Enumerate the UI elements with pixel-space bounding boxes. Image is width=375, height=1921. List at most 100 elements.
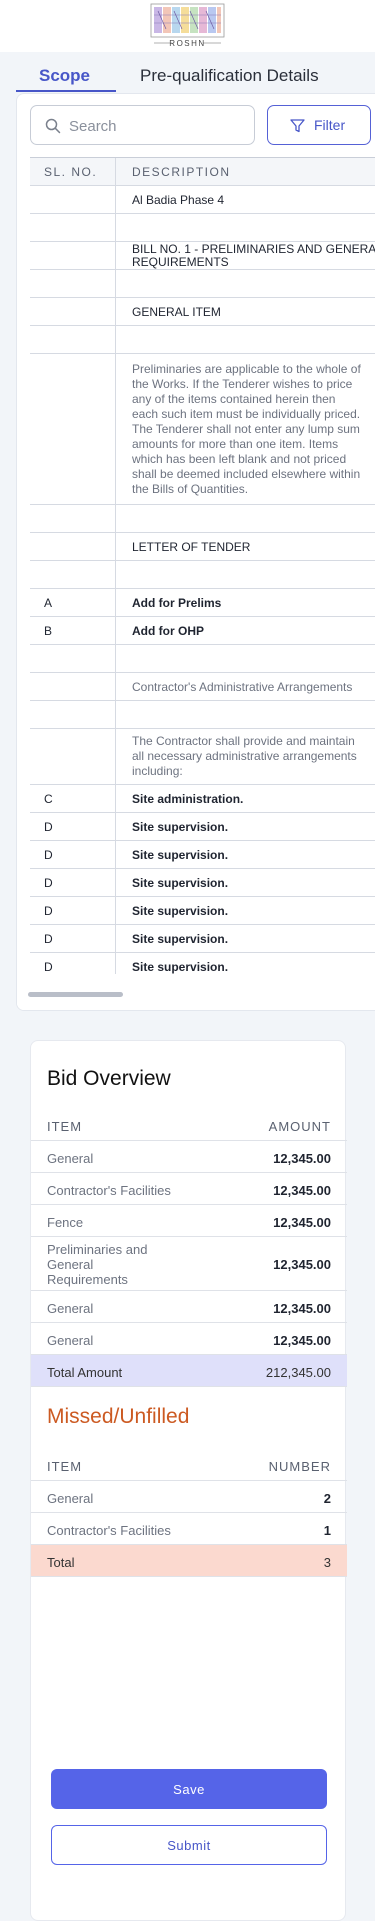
table-row[interactable]: D Site supervision. (30, 897, 375, 925)
item-name: Preliminaries and General Requirements (47, 1242, 148, 1287)
total-amount-row: Total Amount 212,345.00 (31, 1355, 347, 1387)
table-row[interactable]: A Add for Prelims (30, 589, 375, 617)
row-description: LETTER OF TENDER (132, 539, 251, 554)
table-row: General 12,345.00 (31, 1291, 347, 1323)
table-row[interactable]: The Contractor shall provide and maintai… (30, 729, 375, 785)
table-row[interactable]: Contractor's Administrative Arrangements (30, 673, 375, 701)
tab-bar: Scope Pre-qualification Details (0, 52, 375, 92)
row-sl (30, 561, 116, 588)
row-description (116, 270, 375, 297)
item-amount: 12,345.00 (273, 1333, 331, 1348)
item-amount: 12,345.00 (273, 1301, 331, 1316)
row-description: Site supervision. (132, 875, 229, 890)
table-row: General 2 (31, 1481, 347, 1513)
table-row[interactable]: D Site supervision. (30, 841, 375, 869)
table-row: Contractor's Facilities 1 (31, 1513, 347, 1545)
row-sl (30, 729, 116, 784)
header-description: DESCRIPTION (132, 164, 231, 179)
table-row[interactable]: B Add for OHP (30, 617, 375, 645)
row-sl (30, 186, 116, 213)
row-sl (30, 533, 116, 560)
table-row[interactable]: D Site supervision. (30, 925, 375, 953)
table-row[interactable] (30, 270, 375, 298)
table-row[interactable]: D Site supervision. (30, 813, 375, 841)
row-description: Add for OHP (132, 623, 204, 638)
search-icon (45, 118, 61, 134)
row-description: Site supervision. (132, 903, 229, 918)
table-row[interactable] (30, 645, 375, 673)
item-amount: 12,345.00 (273, 1215, 331, 1230)
row-sl: D (30, 869, 116, 896)
row-sl (30, 326, 116, 353)
header-item: ITEM (47, 1459, 83, 1474)
row-description: Site administration. (132, 791, 244, 806)
row-description (116, 561, 375, 588)
table-row[interactable] (30, 214, 375, 242)
filter-button[interactable]: Filter (267, 105, 371, 145)
table-row[interactable]: Preliminaries are applicable to the whol… (30, 354, 375, 505)
bid-table-header: ITEM AMOUNT (31, 1109, 347, 1141)
missed-table-header: ITEM NUMBER (31, 1449, 347, 1481)
table-row[interactable] (30, 701, 375, 729)
horizontal-scrollbar[interactable] (28, 992, 123, 997)
row-sl (30, 298, 116, 325)
row-sl: D (30, 841, 116, 868)
item-name: Fence (47, 1215, 84, 1230)
bid-overview-card: Bid Overview ITEM AMOUNT General 12,345.… (30, 1040, 347, 1921)
table-row[interactable] (30, 561, 375, 589)
missed-unfilled-title: Missed/Unfilled (47, 1405, 190, 1428)
bid-overview-title: Bid Overview (47, 1067, 171, 1090)
item-number: 1 (323, 1523, 331, 1538)
item-amount: 12,345.00 (273, 1183, 331, 1198)
table-row[interactable]: GENERAL ITEM (30, 298, 375, 326)
table-row[interactable]: BILL NO. 1 - PRELIMINARIES AND GENERAL R… (30, 242, 375, 270)
row-sl (30, 270, 116, 297)
search-field[interactable] (30, 105, 255, 145)
item-name: General (47, 1491, 94, 1506)
table-row[interactable]: LETTER OF TENDER (30, 533, 375, 561)
table-row: General 12,345.00 (31, 1141, 347, 1173)
row-sl: D (30, 813, 116, 840)
row-description (116, 326, 375, 353)
row-description: GENERAL ITEM (132, 304, 221, 319)
table-row[interactable] (30, 505, 375, 533)
row-sl: B (30, 617, 116, 644)
row-description (116, 645, 375, 672)
row-sl (30, 242, 116, 269)
row-description: The Contractor shall provide and maintai… (132, 734, 357, 778)
table-row[interactable] (30, 326, 375, 354)
filter-label: Filter (314, 117, 346, 133)
item-name: General (47, 1333, 94, 1348)
table-row[interactable]: Al Badia Phase 4 (30, 186, 375, 214)
table-row: Fence 12,345.00 (31, 1205, 347, 1237)
missed-total-label: Total (47, 1555, 75, 1570)
row-sl (30, 354, 116, 504)
header-amount: AMOUNT (268, 1119, 331, 1134)
submit-button[interactable]: Submit (51, 1825, 327, 1865)
row-sl: D (30, 897, 116, 924)
table-row[interactable]: D Site supervision. (30, 869, 375, 897)
item-amount: 12,345.00 (273, 1151, 331, 1166)
tab-scope[interactable]: Scope (39, 66, 90, 86)
top-bar: ROSHN (0, 0, 375, 52)
active-tab-indicator (16, 90, 116, 92)
save-button[interactable]: Save (51, 1769, 327, 1809)
missed-table: ITEM NUMBER General 2 Contractor's Facil… (31, 1449, 347, 1577)
search-input[interactable] (69, 115, 244, 137)
item-name: Contractor's Facilities (47, 1523, 171, 1538)
row-description (116, 505, 375, 532)
header-item: ITEM (47, 1119, 83, 1134)
row-description: Contractor's Administrative Arrangements (132, 679, 353, 694)
filter-icon (290, 119, 305, 133)
table-row: Preliminaries and General Requirements 1… (31, 1237, 347, 1291)
row-sl: C (30, 785, 116, 812)
table-row[interactable]: C Site administration. (30, 785, 375, 813)
row-description (116, 701, 375, 728)
table-header: SL. NO. DESCRIPTION (30, 158, 375, 186)
item-name: Contractor's Facilities (47, 1183, 171, 1198)
scope-table: SL. NO. DESCRIPTION Al Badia Phase 4 BIL… (30, 157, 375, 981)
row-description: Site supervision. (132, 847, 229, 862)
row-sl (30, 701, 116, 728)
tab-prequalification-details[interactable]: Pre-qualification Details (140, 66, 319, 86)
row-sl (30, 505, 116, 532)
